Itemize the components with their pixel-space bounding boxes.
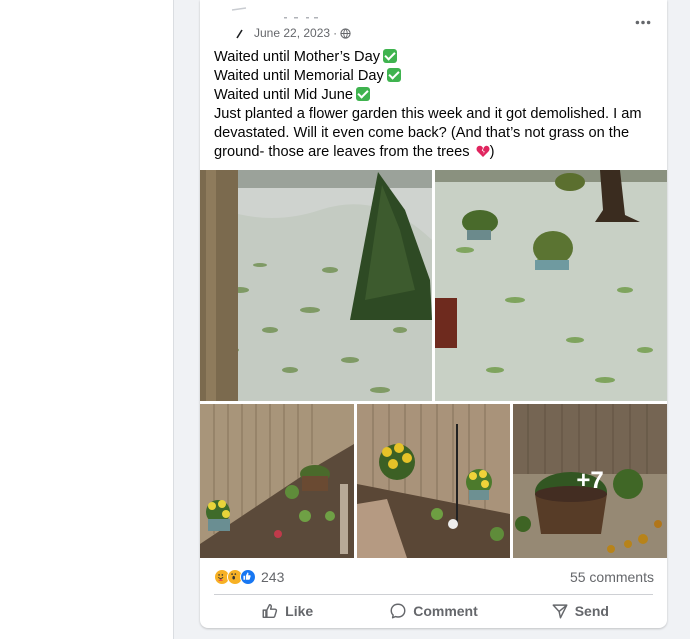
photo-garden-fence-left[interactable] xyxy=(200,404,354,558)
comment-label: Comment xyxy=(413,603,478,619)
comment-button[interactable]: Comment xyxy=(360,596,506,626)
post-date[interactable]: June 22, 2023 xyxy=(254,26,330,40)
post-line-3: Waited until Mid June xyxy=(214,86,654,105)
post-line-4-text: Just planted a flower garden this week a… xyxy=(214,106,642,160)
like-button[interactable]: Like xyxy=(214,596,360,626)
comments-count[interactable]: 55 comments xyxy=(570,569,654,585)
photo-planter-more[interactable]: +7 xyxy=(513,404,667,558)
author-avatar[interactable] xyxy=(212,4,248,40)
post-line-3-text: Waited until Mid June xyxy=(214,87,353,103)
reactions-bar: 243 55 comments xyxy=(214,566,654,588)
globe-icon xyxy=(340,27,351,39)
check-mark-emoji xyxy=(383,49,398,63)
post-line-4: Just planted a flower garden this week a… xyxy=(214,105,654,162)
post-header: June 22, 2023 · xyxy=(200,0,667,46)
post-line-2-text: Waited until Memorial Day xyxy=(214,68,384,84)
post-line-1: Waited until Mother’s Day xyxy=(214,48,654,67)
meta-separator: · xyxy=(333,26,338,40)
post-line-1-text: Waited until Mother’s Day xyxy=(214,49,381,65)
left-pane xyxy=(0,0,174,639)
photo-hail-yard-evergreen[interactable] xyxy=(200,170,432,401)
post-card: June 22, 2023 · Waited until Mother’s Da… xyxy=(200,0,667,628)
broken-heart-emoji xyxy=(476,145,490,158)
like-label: Like xyxy=(285,603,314,619)
send-label: Send xyxy=(574,603,609,619)
post-line-2: Waited until Memorial Day xyxy=(214,67,654,86)
post-body: Waited until Mother’s Day Waited until M… xyxy=(214,48,654,162)
more-options-button[interactable] xyxy=(629,10,657,34)
more-photos-count[interactable]: +7 xyxy=(513,404,667,558)
like-reaction-icon xyxy=(240,569,256,585)
photo-garden-fence-middle[interactable] xyxy=(357,404,510,558)
send-button[interactable]: Send xyxy=(507,596,653,626)
author-name-redacted[interactable] xyxy=(254,6,334,19)
comment-bubble-icon xyxy=(390,603,406,619)
post-meta: June 22, 2023 · xyxy=(254,26,351,40)
reaction-summary[interactable]: 243 xyxy=(214,569,284,585)
more-options-icon xyxy=(635,20,651,24)
reaction-count[interactable]: 243 xyxy=(261,569,284,585)
post-line-4-close: ) xyxy=(489,144,495,160)
check-mark-emoji xyxy=(355,87,370,101)
photo-grid: +7 xyxy=(200,170,667,558)
action-divider xyxy=(214,594,653,595)
photo-hail-yard-pots[interactable] xyxy=(435,170,667,401)
action-bar: Like Comment Send xyxy=(214,596,653,626)
check-mark-emoji xyxy=(386,68,401,82)
send-icon xyxy=(552,604,568,619)
thumbs-up-icon xyxy=(262,603,278,619)
